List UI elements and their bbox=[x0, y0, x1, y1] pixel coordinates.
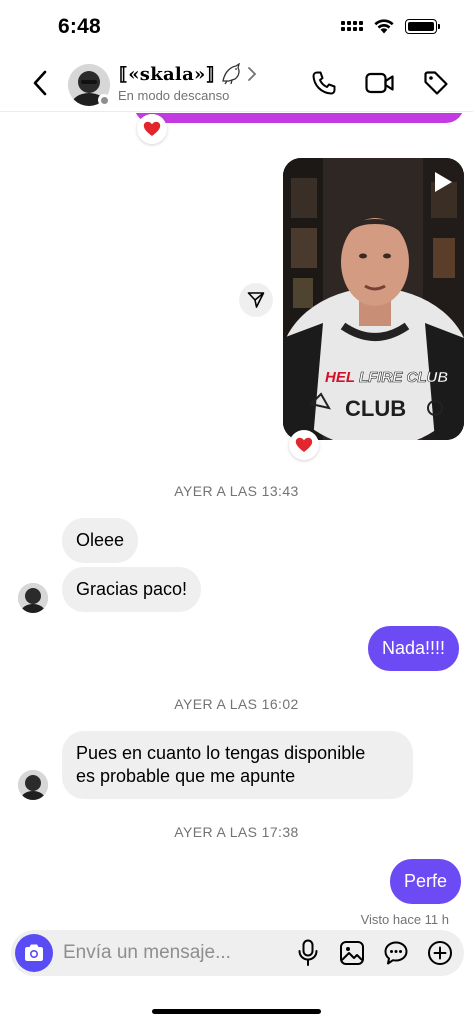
status-bar: 6:48 bbox=[0, 0, 473, 56]
chevron-right-icon bbox=[247, 67, 257, 81]
video-message[interactable]: HEL LFIRE CLUB CLUB bbox=[283, 158, 464, 440]
status-time: 6:48 bbox=[58, 15, 101, 38]
incoming-message[interactable]: Oleee bbox=[62, 518, 139, 563]
contact-status: En modo descanso bbox=[118, 88, 230, 103]
presence-indicator bbox=[98, 94, 110, 106]
heart-reaction[interactable] bbox=[137, 114, 167, 144]
share-button[interactable] bbox=[239, 283, 273, 317]
voice-call-button[interactable] bbox=[309, 68, 339, 98]
share-icon bbox=[247, 292, 265, 308]
message-composer bbox=[11, 930, 464, 976]
back-chevron-icon bbox=[33, 70, 47, 96]
wifi-icon bbox=[374, 19, 394, 34]
sender-avatar[interactable] bbox=[18, 770, 48, 800]
camera-icon bbox=[25, 944, 43, 961]
message-list[interactable]: HEL LFIRE CLUB CLUB AYER A LAS 13:43 Ole… bbox=[0, 113, 473, 925]
home-indicator[interactable] bbox=[152, 1009, 321, 1014]
incoming-message-multiline[interactable]: Pues en cuanto lo tengas disponible es p… bbox=[62, 731, 413, 799]
signal-icon bbox=[341, 21, 363, 31]
incoming-message[interactable]: Gracias paco! bbox=[62, 567, 202, 612]
back-button[interactable] bbox=[26, 69, 54, 97]
tag-button[interactable] bbox=[421, 68, 451, 98]
microphone-icon bbox=[298, 939, 318, 966]
camera-button[interactable] bbox=[15, 934, 53, 972]
heart-reaction-video[interactable] bbox=[289, 430, 319, 460]
chat-header: ⟦«skala»⟧ En modo descanso bbox=[0, 56, 473, 112]
timestamp: AYER A LAS 16:02 bbox=[174, 696, 299, 712]
gallery-button[interactable] bbox=[338, 938, 366, 968]
video-call-button[interactable] bbox=[365, 68, 395, 98]
gallery-icon bbox=[340, 941, 364, 965]
video-call-icon bbox=[365, 72, 394, 94]
plus-icon bbox=[428, 941, 452, 965]
contact-name: ⟦«skala»⟧ bbox=[119, 63, 215, 85]
more-options-button[interactable] bbox=[426, 938, 454, 968]
previous-message-bubble[interactable] bbox=[134, 113, 464, 123]
outgoing-message[interactable]: Nada!!!! bbox=[368, 626, 460, 671]
timestamp: AYER A LAS 13:43 bbox=[174, 483, 299, 499]
tag-icon bbox=[424, 71, 448, 95]
message-line: es probable que me apunte bbox=[76, 766, 296, 786]
timestamp: AYER A LAS 17:38 bbox=[174, 824, 299, 840]
sticker-button[interactable] bbox=[382, 938, 410, 968]
battery-icon bbox=[405, 18, 440, 34]
contact-name-row[interactable]: ⟦«skala»⟧ bbox=[119, 63, 257, 85]
header-actions bbox=[309, 68, 451, 98]
sticker-icon bbox=[384, 941, 408, 965]
shirt-text-white: LFIRE CLUB bbox=[359, 369, 448, 386]
bird-emoji-icon bbox=[222, 63, 240, 85]
message-input[interactable] bbox=[63, 940, 283, 966]
heart-reaction-icon bbox=[143, 121, 161, 136]
message-line: Pues en cuanto lo tengas disponible bbox=[76, 743, 366, 763]
phone-icon bbox=[312, 71, 336, 95]
seen-status: Visto hace 11 h bbox=[360, 912, 449, 925]
shirt-text-red: HEL bbox=[325, 369, 355, 386]
outgoing-message[interactable]: Perfe bbox=[390, 859, 462, 904]
voice-message-button[interactable] bbox=[294, 938, 322, 968]
sender-avatar[interactable] bbox=[18, 583, 48, 613]
heart-reaction-icon bbox=[295, 437, 313, 452]
shirt-text-club: CLUB bbox=[345, 396, 406, 421]
composer-actions bbox=[294, 938, 454, 968]
play-icon[interactable] bbox=[432, 170, 454, 194]
status-icons bbox=[341, 18, 440, 34]
video-thumbnail: HEL LFIRE CLUB CLUB bbox=[283, 158, 464, 440]
